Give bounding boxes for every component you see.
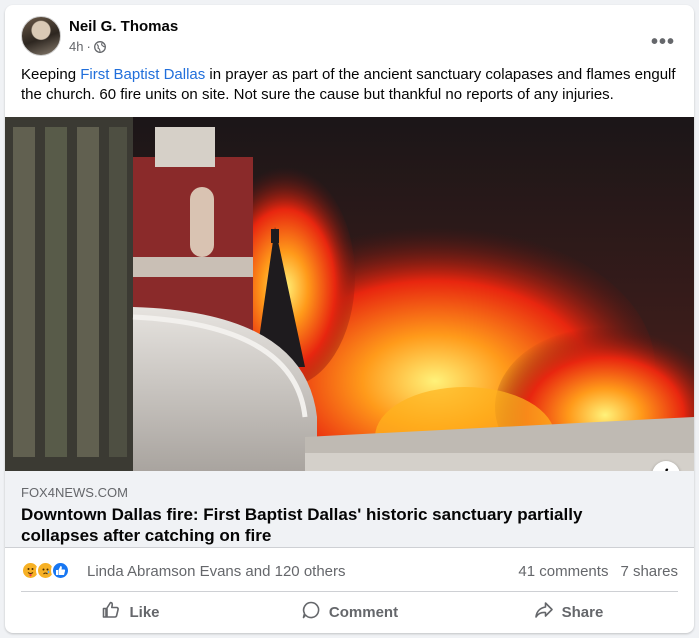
link-preview[interactable]: FOX4NEWS.COM Downtown Dallas fire: First…	[5, 471, 694, 548]
like-icon	[51, 561, 70, 580]
comment-label: Comment	[328, 603, 399, 621]
like-button[interactable]: Like	[21, 595, 240, 629]
action-bar: Like Comment Share	[21, 595, 678, 629]
more-options-button[interactable]: •••	[645, 24, 681, 60]
author-name[interactable]: Neil G. Thomas	[69, 18, 178, 35]
thumbs-up-icon	[101, 600, 121, 624]
post-text: Keeping First Baptist Dallas in prayer a…	[21, 65, 681, 105]
share-button[interactable]: Share	[459, 595, 678, 629]
post-time[interactable]: 4h	[69, 39, 83, 54]
post-text-before: Keeping	[21, 66, 81, 83]
mention-link[interactable]: First Baptist Dallas	[80, 66, 205, 83]
shares-count[interactable]: 7 shares	[620, 563, 678, 580]
globe-icon[interactable]	[93, 40, 106, 53]
engagement-counts: 41 comments 7 shares	[518, 563, 678, 580]
meta-separator: ·	[86, 39, 91, 54]
reactors-text[interactable]: Linda Abramson Evans and 120 others	[87, 563, 346, 580]
comment-button[interactable]: Comment	[240, 595, 459, 629]
share-icon	[534, 600, 554, 624]
post-header: Neil G. Thomas 4h · •••	[21, 16, 681, 60]
reaction-icons[interactable]	[21, 561, 70, 581]
post-image[interactable]	[5, 117, 694, 471]
link-domain: FOX4NEWS.COM	[21, 485, 128, 500]
engagement-stats: Linda Abramson Evans and 120 others 41 c…	[21, 558, 678, 582]
link-title[interactable]: Downtown Dallas fire: First Baptist Dall…	[21, 504, 661, 546]
post-meta: 4h ·	[69, 39, 106, 54]
comment-icon	[301, 600, 321, 624]
comments-count[interactable]: 41 comments	[518, 563, 608, 580]
more-options-icon: •••	[650, 30, 675, 53]
avatar[interactable]	[21, 16, 61, 56]
share-label: Share	[561, 603, 604, 621]
post-card: Neil G. Thomas 4h · ••• Keeping First Ba…	[5, 5, 694, 633]
actions-divider	[21, 591, 678, 592]
like-label: Like	[129, 603, 160, 621]
